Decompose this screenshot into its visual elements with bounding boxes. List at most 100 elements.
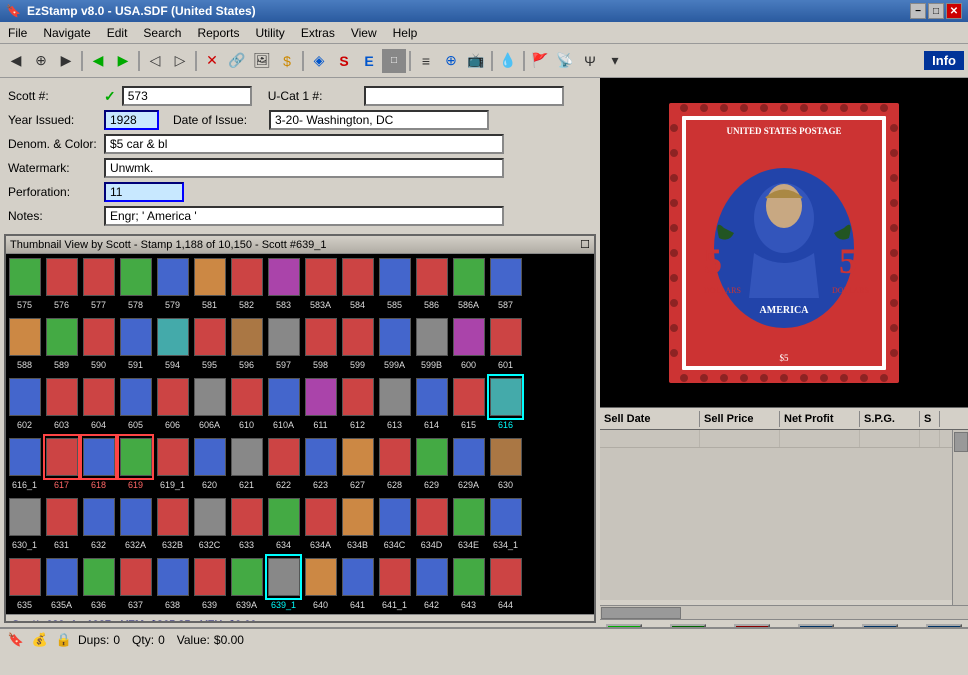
next-green[interactable]: ▶ xyxy=(111,49,135,73)
thumb-591[interactable] xyxy=(117,314,154,360)
thumb-636[interactable] xyxy=(80,554,117,600)
thumb-634e[interactable] xyxy=(450,494,487,540)
tv2-btn[interactable]: 📡 xyxy=(553,49,577,73)
menu-reports[interactable]: Reports xyxy=(189,24,247,42)
thumb-639a[interactable] xyxy=(228,554,265,600)
thumb-634c[interactable] xyxy=(376,494,413,540)
thumb-604[interactable] xyxy=(80,374,117,420)
thumb-605[interactable] xyxy=(117,374,154,420)
menu-extras[interactable]: Extras xyxy=(293,24,343,42)
notes-input[interactable] xyxy=(104,206,504,226)
thumb-635[interactable] xyxy=(6,554,43,600)
year-input[interactable] xyxy=(104,110,159,130)
s-btn[interactable]: S xyxy=(332,49,356,73)
thumb-628[interactable] xyxy=(376,434,413,480)
thumb-632a[interactable] xyxy=(117,494,154,540)
thumb-641[interactable] xyxy=(339,554,376,600)
dropdown-btn[interactable]: ▾ xyxy=(603,49,627,73)
thumb-595[interactable] xyxy=(191,314,228,360)
thumb-632c[interactable] xyxy=(191,494,228,540)
thumb-616[interactable] xyxy=(487,374,524,420)
flag-btn[interactable]: 🚩 xyxy=(528,49,552,73)
thumb-578[interactable] xyxy=(117,254,154,300)
thumb-600[interactable] xyxy=(450,314,487,360)
thumb-582[interactable] xyxy=(228,254,265,300)
horizontal-scrollbar[interactable] xyxy=(600,605,968,619)
ucat-input[interactable] xyxy=(364,86,564,106)
menu-utility[interactable]: Utility xyxy=(247,24,292,42)
menu-file[interactable]: File xyxy=(0,24,35,42)
thumb-599b[interactable] xyxy=(413,314,450,360)
thumb-621[interactable] xyxy=(228,434,265,480)
thumb-606[interactable] xyxy=(154,374,191,420)
thumb-638[interactable] xyxy=(154,554,191,600)
thumb-639_1[interactable] xyxy=(265,554,302,600)
thumb-583[interactable] xyxy=(265,254,302,300)
watermark-input[interactable] xyxy=(104,158,504,178)
thumb-581[interactable] xyxy=(191,254,228,300)
thumb-585[interactable] xyxy=(376,254,413,300)
thumb-599[interactable] xyxy=(339,314,376,360)
thumb-575[interactable] xyxy=(6,254,43,300)
link-btn[interactable]: 🔗 xyxy=(225,49,249,73)
thumb-583a[interactable] xyxy=(302,254,339,300)
thumb-597[interactable] xyxy=(265,314,302,360)
thumb-577[interactable] xyxy=(80,254,117,300)
thumb-635a[interactable] xyxy=(43,554,80,600)
list-btn[interactable]: ≡ xyxy=(414,49,438,73)
thumb-618[interactable] xyxy=(80,434,117,480)
thumb-620[interactable] xyxy=(191,434,228,480)
thumb-634[interactable] xyxy=(265,494,302,540)
thumb-619[interactable] xyxy=(117,434,154,480)
thumb-643[interactable] xyxy=(450,554,487,600)
thumb-587[interactable] xyxy=(487,254,524,300)
jump-button[interactable]: ⊕ xyxy=(29,49,53,73)
thumb-610a[interactable] xyxy=(265,374,302,420)
thumb-590[interactable] xyxy=(80,314,117,360)
tv-btn[interactable]: 📺 xyxy=(464,49,488,73)
thumb-634d[interactable] xyxy=(413,494,450,540)
horiz-scrollbar-thumb[interactable] xyxy=(601,607,681,619)
thumb-641_1[interactable] xyxy=(376,554,413,600)
thumb-629a[interactable] xyxy=(450,434,487,480)
scott-input[interactable] xyxy=(122,86,252,106)
thumb-614[interactable] xyxy=(413,374,450,420)
menu-help[interactable]: Help xyxy=(385,24,426,42)
thumb-598[interactable] xyxy=(302,314,339,360)
price-btn[interactable]: $ xyxy=(275,49,299,73)
e-btn[interactable]: E xyxy=(357,49,381,73)
db-btn[interactable]: ◈ xyxy=(307,49,331,73)
menu-edit[interactable]: Edit xyxy=(99,24,136,42)
thumb-610[interactable] xyxy=(228,374,265,420)
thumb-602[interactable] xyxy=(6,374,43,420)
thumb-632[interactable] xyxy=(80,494,117,540)
thumb-630[interactable] xyxy=(487,434,524,480)
thumb-629[interactable] xyxy=(413,434,450,480)
thumb-639[interactable] xyxy=(191,554,228,600)
sq-btn[interactable]: □ xyxy=(382,49,406,73)
maximize-button[interactable]: □ xyxy=(928,3,944,19)
thumb-584[interactable] xyxy=(339,254,376,300)
thumb-633[interactable] xyxy=(228,494,265,540)
nav-right[interactable]: ▷ xyxy=(168,49,192,73)
thumb-576[interactable] xyxy=(43,254,80,300)
thumb-579[interactable] xyxy=(154,254,191,300)
info-button[interactable]: Info xyxy=(924,51,964,70)
thumb-599a[interactable] xyxy=(376,314,413,360)
thumb-640[interactable] xyxy=(302,554,339,600)
omega-btn[interactable]: Ψ xyxy=(578,49,602,73)
forward-button[interactable]: ▶ xyxy=(54,49,78,73)
denom-input[interactable] xyxy=(104,134,504,154)
thumb-596[interactable] xyxy=(228,314,265,360)
thumb-631[interactable] xyxy=(43,494,80,540)
thumb-615[interactable] xyxy=(450,374,487,420)
thumb-616_1[interactable] xyxy=(6,434,43,480)
thumb-622[interactable] xyxy=(265,434,302,480)
date-input[interactable] xyxy=(269,110,489,130)
nav-left[interactable]: ◁ xyxy=(143,49,167,73)
thumb-612[interactable] xyxy=(339,374,376,420)
vertical-scrollbar[interactable] xyxy=(952,430,968,605)
back-button[interactable]: ◀ xyxy=(4,49,28,73)
thumb-642[interactable] xyxy=(413,554,450,600)
thumb-634a[interactable] xyxy=(302,494,339,540)
